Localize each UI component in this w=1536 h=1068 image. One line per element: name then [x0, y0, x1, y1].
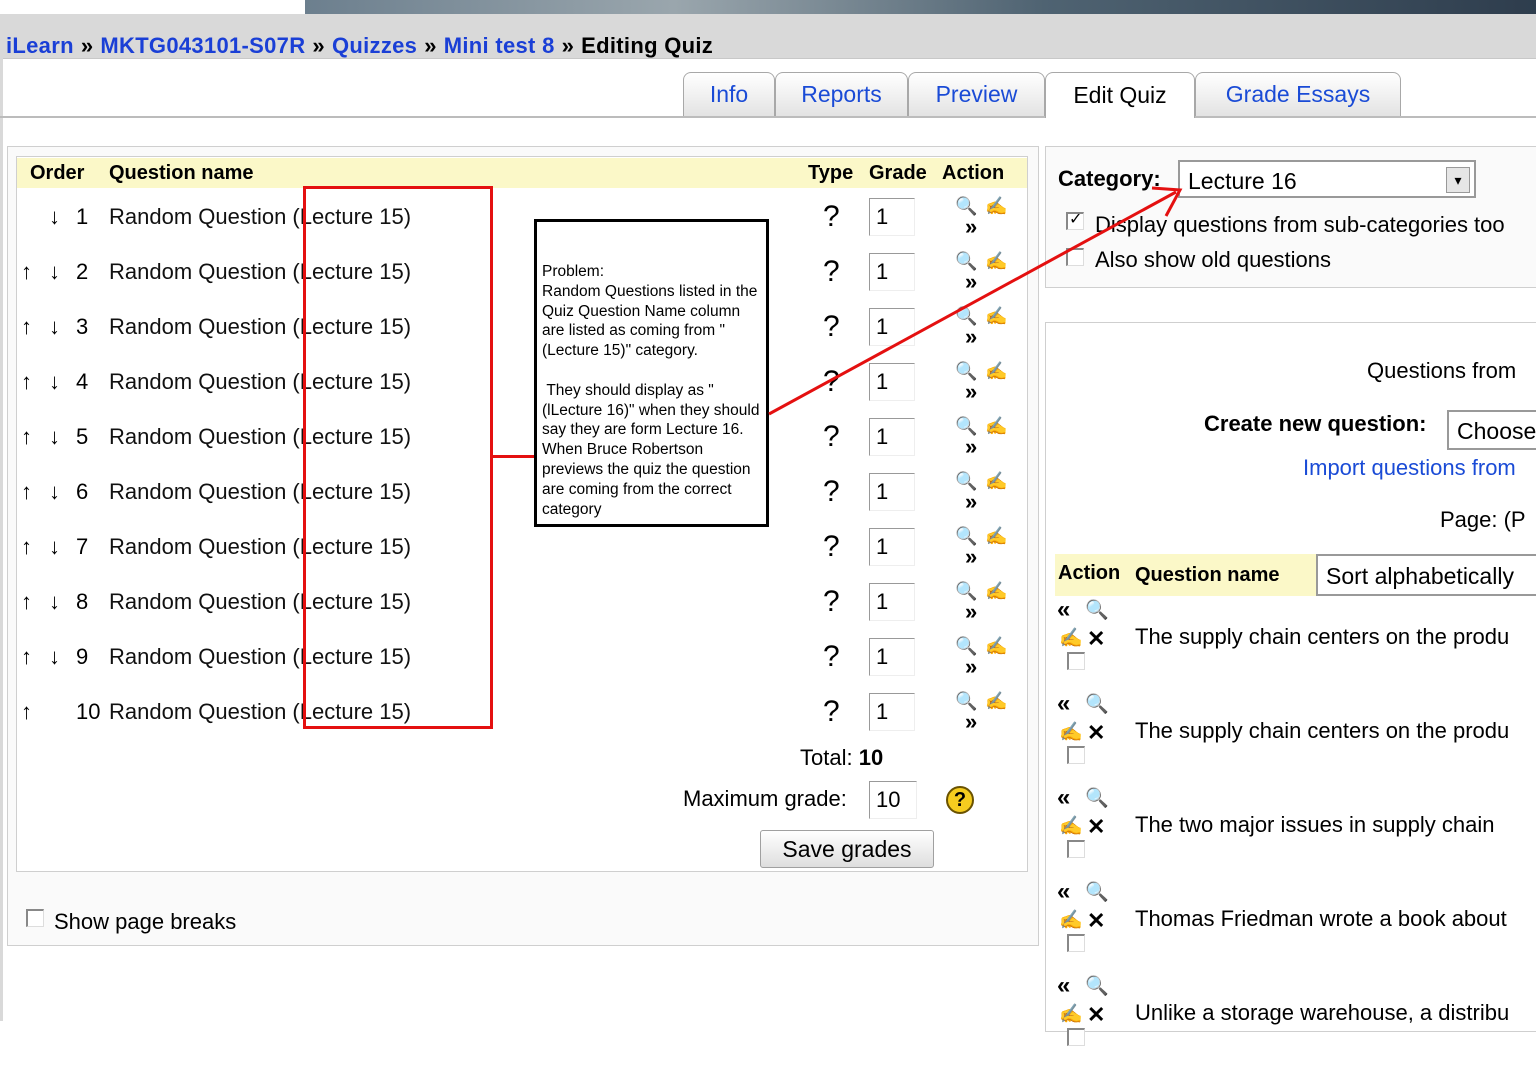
- annotation-arrow: [768, 186, 1183, 416]
- bank-question-checkbox[interactable]: [1067, 1028, 1085, 1046]
- annotation-arrow-line: [768, 190, 1177, 416]
